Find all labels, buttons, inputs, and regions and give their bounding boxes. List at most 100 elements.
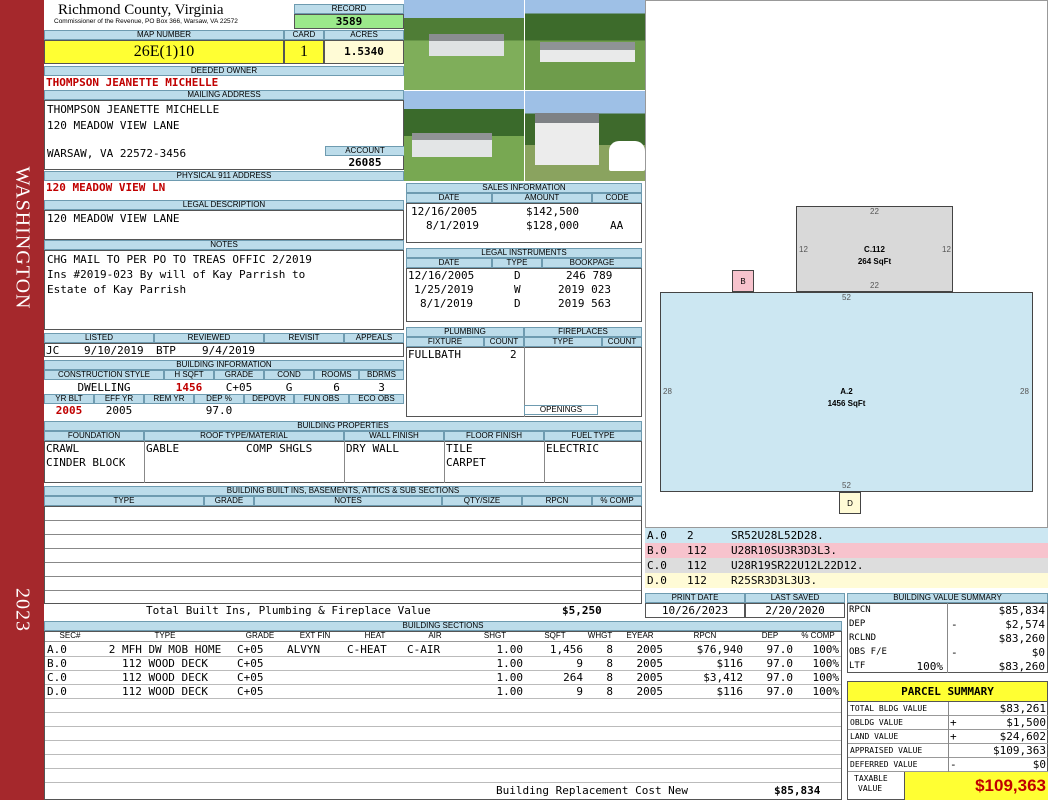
bi-qty-h: QTY/SIZE [442,496,522,506]
foundation-2: CINDER BLOCK [46,456,126,469]
section-cell: 97.0 [766,643,794,656]
parcel-row: LAND VALUE + $24,602 [848,730,1048,744]
section-cell: 2 MFH DW MOB HOME [108,643,222,656]
traverse-code: 112 [687,574,707,587]
listed-by: JC [46,344,60,357]
owner-label: DEEDED OWNER [44,66,404,76]
heated-sqft: 1456 [175,381,203,394]
row-divider [45,782,841,783]
listed-date: 9/10/2019 [84,344,144,357]
bi-h4: COND [264,370,314,380]
props-h2: ROOF TYPE/MATERIAL [144,431,344,441]
traverse-code: 112 [687,559,707,572]
taxable-value: $109,363 [904,772,1048,800]
parcel-value: $24,602 [999,730,1046,743]
sale-amount: $128,000 [526,219,579,232]
section-cell: 8 [606,685,613,698]
house-shape-2 [540,42,635,62]
sales-label: SALES INFORMATION [406,183,642,193]
section-cell: 8 [606,657,613,670]
acres-value: 1.5340 [324,40,404,64]
tax-year-label: 2023 [11,588,34,632]
owner-name: THOMPSON JEANETTE MICHELLE [46,76,219,89]
bvs-key: RCLND [849,633,877,643]
props-h1: FOUNDATION [44,431,144,441]
map-row: MAP NUMBER CARD ACRES 26E(1)10 1 1.5340 [44,30,404,66]
record-box: RECORD 3589 [294,4,404,29]
section-col-header: SEC# [45,632,95,642]
plumbing-label: PLUMBING [406,327,524,337]
note-line-3: Estate of Kay Parrish [47,283,187,296]
bi-g2: EFF YR [94,394,144,404]
sale-date: 8/1/2019 [426,219,479,232]
props-label: BUILDING PROPERTIES [44,421,642,431]
reviewed-label: REVIEWED [154,333,264,343]
dim-c-right: 12 [942,245,951,254]
building-value-summary: BUILDING VALUE SUMMARY RPCN $85,834 DEP … [847,593,1048,673]
inst-type-h: TYPE [492,258,542,268]
parcel-rows: TOTAL BLDG VALUE $83,261 OBLDG VALUE + $1,50… [848,702,1048,772]
building-sketch: C.112 264 SqFt 22 22 12 12 B A.2 1456 Sq… [645,0,1048,528]
inst-type: D [514,269,521,282]
section-cell: 112 WOOD DECK [121,671,209,684]
bi-g3: REM YR [144,394,194,404]
row-divider [45,698,841,699]
physical-address: 120 MEADOW VIEW LN [46,181,166,194]
record-label: RECORD [294,4,404,14]
sale-code: AA [610,219,624,232]
reviewed-date: 9/4/2019 [202,344,255,357]
notes-section: NOTES CHG MAIL TO PER PO TO TREAS OFFIC … [44,240,404,330]
parcel-key: OBLDG VALUE [850,718,903,727]
condition: G [285,381,293,394]
replacement-cost-label: Building Replacement Cost New [496,784,689,797]
roof-type: GABLE [146,442,180,455]
parcel-value: $83,261 [999,702,1046,715]
bi-grade-h: GRADE [204,496,254,506]
last-saved-label: LAST SAVED [745,593,845,603]
account-number: 26085 [348,156,382,169]
section-cell: 2005 [636,657,664,670]
inst-type: W [514,283,521,296]
bi-h6: BDRMS [359,370,404,380]
print-dates: PRINT DATE LAST SAVED 10/26/2023 2/20/20… [645,593,845,618]
taxable-label-1: TAXABLE [854,774,888,783]
section-cell: C+05 [237,643,264,656]
dim-a-right: 28 [1020,387,1029,396]
section-cell: C+05 [237,657,264,670]
traverse-row: B.0 112 U28R10SU3R3D3L3. [645,543,1048,558]
last-saved: 2/20/2020 [745,603,845,618]
built-ins-section: BUILDING BUILT INS, BASEMENTS, ATTICS & … [44,486,642,618]
section-col-header: AIR [405,632,465,642]
sales-date-h: DATE [406,193,492,203]
account-label: ACCOUNT [325,146,405,156]
parcel-value: $109,363 [993,744,1046,757]
note-line-1: CHG MAIL TO PER PO TO TREAS OFFIC 2/2019 [47,253,312,266]
bi-type-h: TYPE [44,496,204,506]
mailing-address: THOMPSON JEANETTE MICHELLE 120 MEADOW VI… [44,100,405,170]
section-cell: A.0 [47,643,67,656]
legal-description: 120 MEADOW VIEW LANE [44,210,404,240]
bi-h3: GRADE [214,370,264,380]
section-cell: 2005 [636,685,664,698]
section-col-header: % COMP [795,632,841,642]
bi-h2: H SQFT [164,370,214,380]
listed-label: LISTED [44,333,154,343]
bi-g7: ECO OBS [349,394,404,404]
section-cell: 1.00 [496,685,524,698]
bvs-key: RPCN [849,605,871,615]
row-divider [45,712,841,713]
row-divider [45,768,841,769]
traverse-sec: B.0 [647,544,667,557]
roof-material: COMP SHGLS [246,442,313,455]
inst-date: 1/25/2019 [414,283,474,296]
traverse-path: U28R19SR22U12L22D12. [731,559,864,572]
traverse-path: R25SR3D3L3U3. [731,574,818,587]
floor-finish-2: CARPET [446,456,486,469]
fuel-type: ELECTRIC [546,442,599,455]
car-shape [609,141,645,171]
floor-finish-1: TILE [446,442,473,455]
house-shape-3 [412,133,492,157]
section-cell: 97.0 [766,685,794,698]
traverse-code: 112 [687,544,707,557]
map-number: 26E(1)10 [44,40,284,64]
